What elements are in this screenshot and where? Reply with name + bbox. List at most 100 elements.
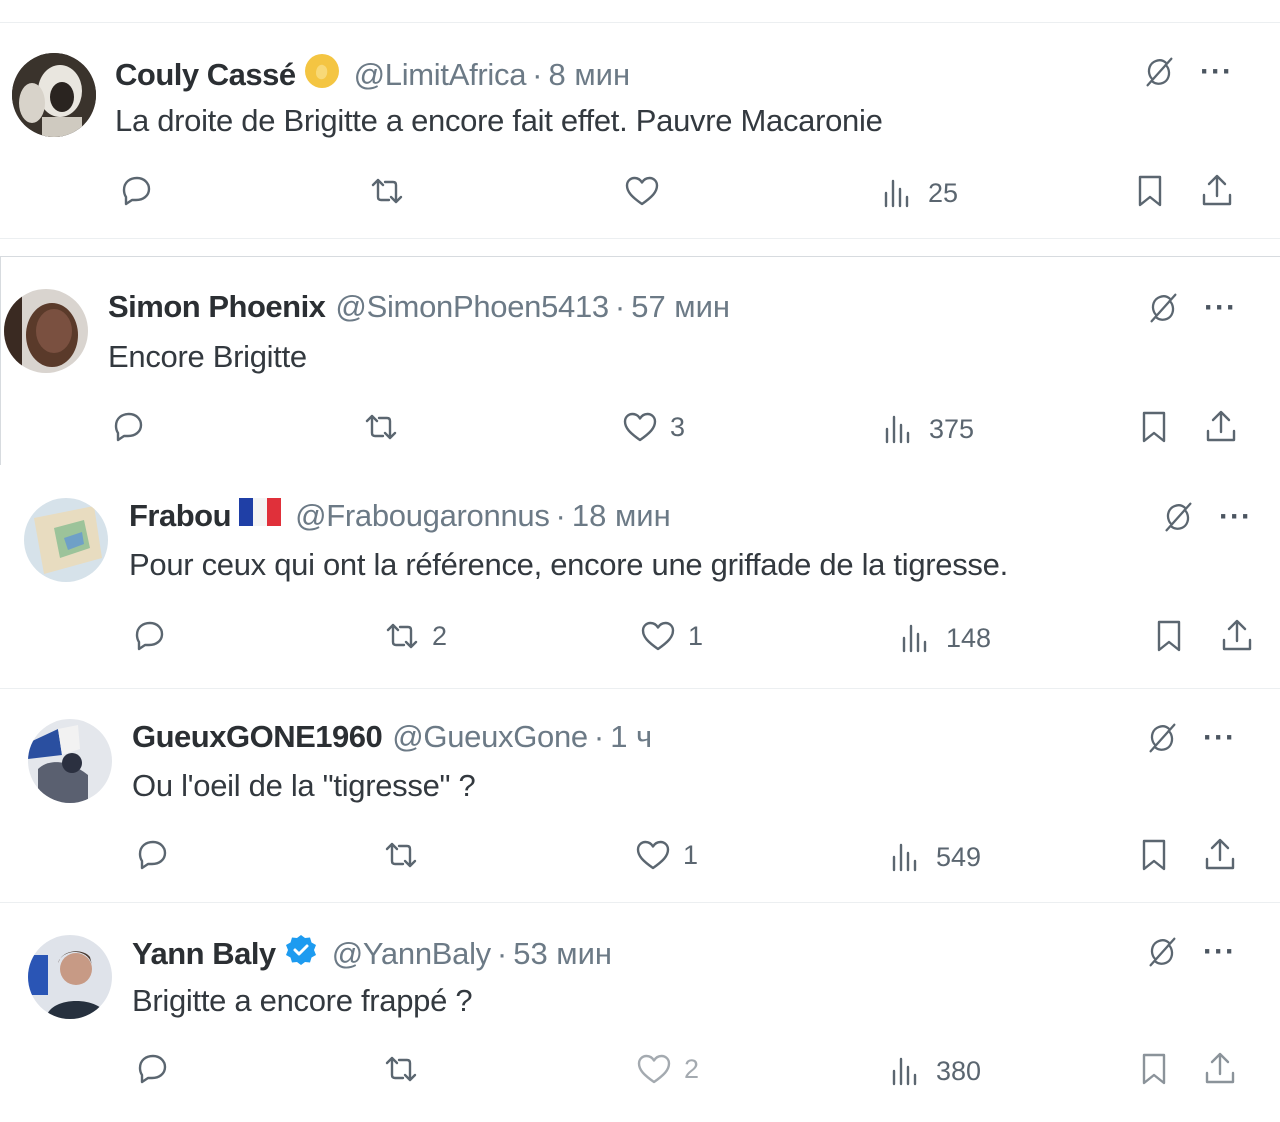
share-button[interactable]	[1200, 835, 1240, 875]
author-name[interactable]: Frabou	[129, 498, 232, 534]
views-count: 380	[936, 1055, 982, 1086]
gold-badge-icon	[304, 53, 340, 97]
bookmark-icon	[1149, 616, 1189, 656]
retweet-button[interactable]	[361, 407, 411, 447]
reply-button[interactable]	[132, 1049, 182, 1089]
timestamp[interactable]: 18 мин	[572, 498, 671, 534]
grok-icon[interactable]	[1144, 289, 1182, 327]
tweet[interactable]: Yann Baly @YannBaly · 53 мин Brigitte a …	[0, 902, 1280, 1122]
retweet-icon	[381, 835, 421, 875]
verified-badge-icon	[284, 933, 318, 975]
author-handle[interactable]: @SimonPhoen5413	[335, 289, 609, 325]
retweet-count: 2	[432, 620, 448, 651]
grok-icon[interactable]	[1143, 719, 1181, 757]
tweet[interactable]: Frabou @Frabougaronnus · 18 мин Pour ceu…	[0, 470, 1280, 684]
views-button[interactable]: 148	[896, 618, 991, 658]
like-button[interactable]: 1	[638, 616, 703, 656]
like-button[interactable]	[622, 171, 672, 211]
separator-dot: ·	[496, 936, 508, 971]
reply-icon	[108, 407, 148, 447]
retweet-button[interactable]: 2	[382, 616, 447, 656]
bookmark-icon	[1134, 1049, 1174, 1089]
tweet[interactable]: Couly Cassé @LimitAfrica · 8 мин La droi…	[0, 22, 1280, 239]
timestamp[interactable]: 8 мин	[548, 57, 630, 93]
reply-button[interactable]	[129, 616, 179, 656]
timestamp[interactable]: 57 мин	[631, 289, 730, 325]
like-button[interactable]: 1	[633, 835, 698, 875]
views-button[interactable]: 380	[886, 1051, 981, 1091]
timestamp[interactable]: 1 ч	[610, 719, 652, 755]
views-button[interactable]: 375	[879, 409, 974, 449]
views-count: 375	[929, 413, 975, 444]
like-button[interactable]: 2	[634, 1049, 699, 1089]
heart-icon	[633, 835, 673, 875]
retweet-icon	[361, 407, 401, 447]
views-icon	[879, 409, 919, 449]
bookmark-button[interactable]	[1134, 407, 1174, 447]
author-handle[interactable]: @YannBaly	[332, 936, 491, 972]
bookmark-button[interactable]	[1134, 1049, 1174, 1089]
more-options-button[interactable]: ···	[1203, 937, 1236, 967]
avatar[interactable]	[28, 719, 112, 803]
avatar[interactable]	[12, 53, 96, 137]
share-icon	[1197, 171, 1237, 211]
tweet-header: Couly Cassé @LimitAfrica · 8 мин	[115, 53, 630, 97]
reply-icon	[129, 616, 169, 656]
retweet-icon	[382, 616, 422, 656]
tweet-text: Brigitte a encore frappé ?	[132, 983, 473, 1018]
heart-icon	[638, 616, 678, 656]
tweet-text: Ou l'oeil de la "tigresse" ?	[132, 768, 476, 803]
like-count: 2	[684, 1053, 700, 1084]
author-name[interactable]: Simon Phoenix	[108, 289, 326, 325]
author-handle[interactable]: @LimitAfrica	[354, 57, 527, 93]
more-options-button[interactable]: ···	[1204, 293, 1237, 323]
author-handle[interactable]: @Frabougaronnus	[295, 498, 550, 534]
views-button[interactable]: 549	[886, 837, 981, 877]
timestamp[interactable]: 53 мин	[513, 936, 612, 972]
tweet-header: Yann Baly @YannBaly · 53 мин	[132, 933, 612, 975]
bookmark-button[interactable]	[1149, 616, 1189, 656]
reply-icon	[132, 835, 172, 875]
grok-icon[interactable]	[1140, 53, 1178, 91]
tweet-header: GueuxGONE1960 @GueuxGone · 1 ч	[132, 719, 652, 755]
share-icon	[1217, 616, 1257, 656]
share-button[interactable]	[1200, 1049, 1240, 1089]
reply-button[interactable]	[108, 407, 158, 447]
more-options-button[interactable]: ···	[1203, 723, 1236, 753]
tweet[interactable]: GueuxGONE1960 @GueuxGone · 1 ч Ou l'oeil…	[0, 688, 1280, 897]
reply-button[interactable]	[116, 171, 166, 211]
share-button[interactable]	[1197, 171, 1237, 211]
views-button[interactable]: 25	[878, 173, 958, 213]
views-icon	[878, 173, 918, 213]
tweet-header: Simon Phoenix @SimonPhoen5413 · 57 мин	[108, 289, 730, 325]
retweet-button[interactable]	[381, 835, 431, 875]
author-name[interactable]: GueuxGONE1960	[132, 719, 383, 755]
more-options-button[interactable]: ···	[1219, 502, 1252, 532]
share-button[interactable]	[1201, 407, 1241, 447]
separator-dot: ·	[532, 57, 543, 92]
separator-dot: ·	[555, 498, 566, 533]
grok-icon[interactable]	[1159, 498, 1197, 536]
retweet-button[interactable]	[381, 1049, 431, 1089]
retweet-button[interactable]	[367, 171, 417, 211]
like-count: 1	[683, 839, 699, 870]
bookmark-button[interactable]	[1134, 835, 1174, 875]
share-icon	[1200, 1049, 1240, 1089]
share-icon	[1200, 835, 1240, 875]
author-name[interactable]: Couly Cassé	[115, 57, 296, 93]
avatar[interactable]	[28, 935, 112, 1019]
like-button[interactable]: 3	[620, 407, 685, 447]
grok-icon[interactable]	[1143, 933, 1181, 971]
like-count: 3	[670, 411, 686, 442]
avatar[interactable]	[24, 498, 108, 582]
tweet[interactable]: Simon Phoenix @SimonPhoen5413 · 57 мин E…	[0, 256, 1280, 465]
author-handle[interactable]: @GueuxGone	[392, 719, 588, 755]
share-icon	[1201, 407, 1241, 447]
more-options-button[interactable]: ···	[1200, 57, 1233, 87]
reply-button[interactable]	[132, 835, 182, 875]
share-button[interactable]	[1217, 616, 1257, 656]
bookmark-button[interactable]	[1130, 171, 1170, 211]
retweet-icon	[381, 1049, 421, 1089]
avatar[interactable]	[4, 289, 88, 373]
author-name[interactable]: Yann Baly	[132, 936, 276, 972]
